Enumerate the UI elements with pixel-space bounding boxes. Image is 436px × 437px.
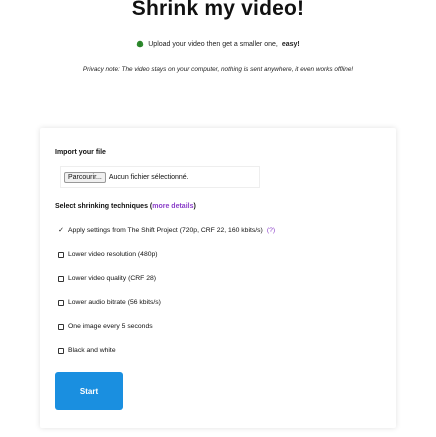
option-lower-resolution[interactable]: Lower video resolution (480p) [58,251,158,258]
checkbox[interactable] [58,347,64,354]
option-shift-project[interactable]: ✓ Apply settings from The Shift Project … [58,226,275,235]
page: Shrink my video! Upload your video then … [0,0,436,437]
no-file-text: Aucun fichier sélectionné. [108,173,189,181]
option-lower-quality[interactable]: Lower video quality (CRF 28) [58,275,156,282]
techniques-label-text: Select shrinking techniques ( [55,203,153,210]
option-one-image-every-5s[interactable]: One image every 5 seconds [58,323,153,330]
leaf-icon [137,40,144,48]
subtitle: Upload your video then get a smaller one… [0,40,436,48]
option-label: Apply settings from The Shift Project (7… [68,227,263,234]
file-input[interactable]: Parcourir... Aucun fichier sélectionné. [60,166,260,188]
option-lower-audio-bitrate[interactable]: Lower audio bitrate (56 kbits/s) [58,299,161,306]
subtitle-text: Upload your video then get a smaller one… [148,40,278,48]
option-label: Lower video quality (CRF 28) [68,275,157,282]
import-file-label: Import your file [55,149,106,156]
techniques-label-end: ) [193,203,196,210]
techniques-label: Select shrinking techniques (more detail… [55,203,196,210]
start-button[interactable]: Start [55,372,123,410]
option-label: Lower audio bitrate (56 kbits/s) [68,299,161,306]
option-label: One image every 5 seconds [68,323,153,330]
subtitle-emphasis: easy! [281,40,300,48]
help-link[interactable]: (?) [267,227,275,234]
option-label: Black and white [68,347,116,354]
checkbox[interactable] [58,323,64,330]
checkbox[interactable] [58,299,64,306]
privacy-note: Privacy note: The video stays on your co… [82,66,354,73]
page-title: Shrink my video! [131,0,305,20]
shrink-form-card: Import your file Parcourir... Aucun fich… [40,128,396,428]
option-black-and-white[interactable]: Black and white [58,347,116,354]
browse-button[interactable]: Parcourir... [64,171,106,183]
option-label: Lower video resolution (480p) [68,251,158,258]
checkbox[interactable] [58,251,64,258]
more-details-link[interactable]: more details [152,203,193,210]
checkbox[interactable] [58,275,64,282]
checkmark-icon: ✓ [58,226,64,234]
